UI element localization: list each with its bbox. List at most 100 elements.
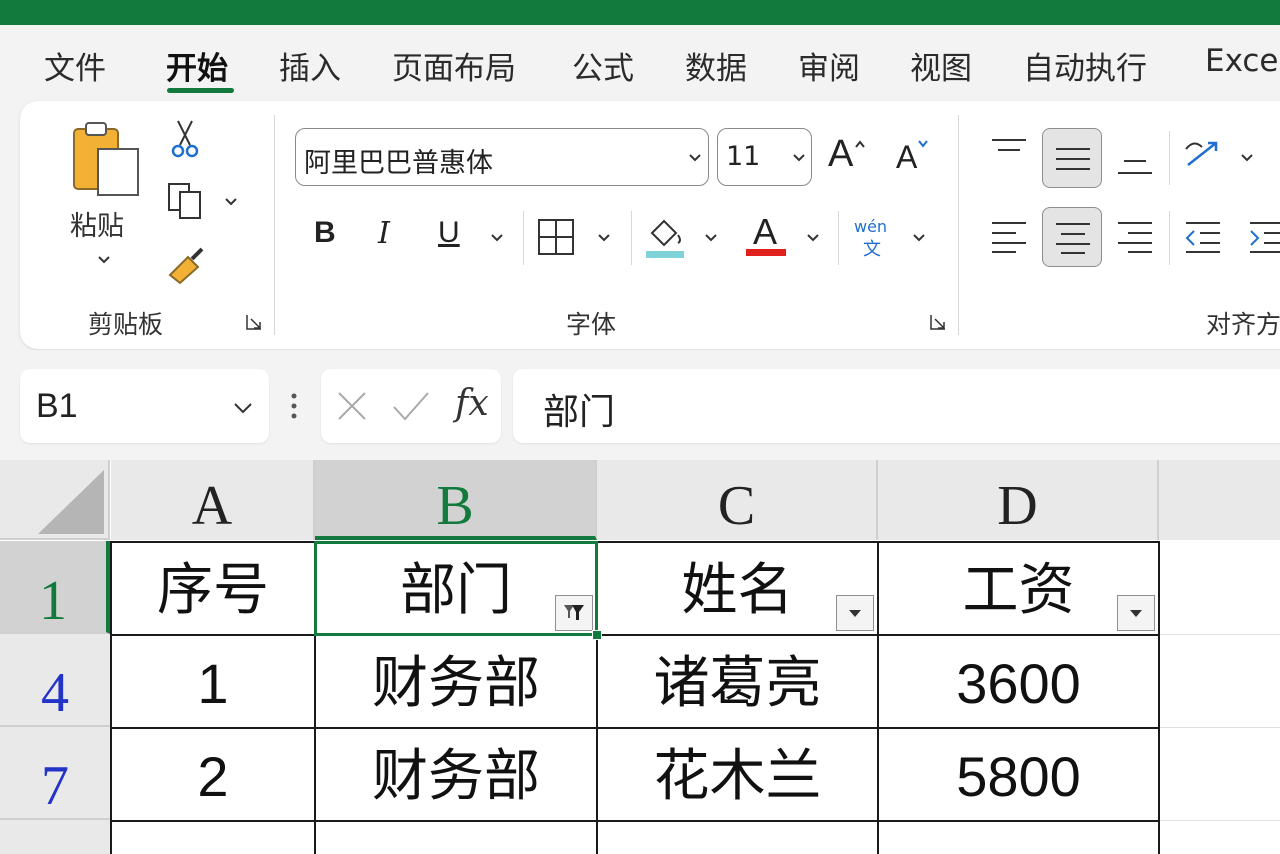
enter-icon[interactable] bbox=[391, 389, 431, 423]
paste-dropdown-icon[interactable] bbox=[97, 255, 111, 265]
clipboard-launcher-icon[interactable] bbox=[246, 314, 262, 330]
cell-c7[interactable]: 花木兰 bbox=[598, 729, 877, 820]
active-cell-selection bbox=[314, 541, 598, 636]
alignment-group-label: 对齐方 bbox=[1206, 310, 1280, 339]
select-all-corner[interactable] bbox=[0, 460, 110, 540]
name-box-dropdown-icon[interactable] bbox=[232, 401, 254, 415]
select-all-icon bbox=[38, 470, 104, 534]
tab-review[interactable]: 审阅 bbox=[798, 43, 860, 88]
borders-icon[interactable] bbox=[536, 217, 576, 257]
grow-font-button[interactable]: A bbox=[828, 133, 853, 176]
tab-formulas[interactable]: 公式 bbox=[572, 43, 634, 88]
worksheet-grid: A B C D 1 4 7 序号 部门 姓名 工资 1 财务部 诸葛亮 3600… bbox=[0, 460, 1280, 854]
top-align-icon[interactable] bbox=[990, 137, 1028, 163]
row-header-7[interactable]: 7 bbox=[0, 727, 110, 820]
increase-indent-icon[interactable] bbox=[1248, 219, 1280, 255]
row-header-1[interactable]: 1 bbox=[0, 541, 110, 634]
formula-bar-resize-handle[interactable] bbox=[290, 392, 298, 422]
name-box-value: B1 bbox=[36, 387, 78, 425]
borders-dropdown-icon[interactable] bbox=[597, 233, 611, 243]
gridline bbox=[1159, 727, 1280, 728]
formula-input[interactable]: 部门 bbox=[513, 369, 1280, 443]
filter-dropdown-icon bbox=[1130, 610, 1142, 617]
orientation-dropdown-icon[interactable] bbox=[1240, 153, 1254, 163]
column-header-d[interactable]: D bbox=[878, 460, 1159, 540]
clipboard-group-label: 剪贴板 bbox=[88, 310, 164, 339]
bold-button[interactable]: B bbox=[314, 216, 336, 250]
italic-button[interactable]: I bbox=[378, 216, 390, 251]
ribbon-home: 粘贴 剪贴板 阿里巴巴普惠体 11 A A B I U A wén 文 字体 对… bbox=[20, 101, 1280, 349]
phonetic-guide-top[interactable]: wén bbox=[854, 217, 887, 236]
copy-icon[interactable] bbox=[166, 181, 206, 221]
font-group-label: 字体 bbox=[566, 310, 617, 339]
underline-button[interactable]: U bbox=[438, 216, 460, 250]
format-painter-icon[interactable] bbox=[166, 245, 208, 285]
group-separator bbox=[958, 115, 959, 335]
font-launcher-icon[interactable] bbox=[930, 314, 946, 330]
paste-label[interactable]: 粘贴 bbox=[70, 204, 124, 243]
filter-button-d[interactable] bbox=[1117, 595, 1155, 631]
underline-dropdown-icon[interactable] bbox=[490, 233, 504, 243]
cell-d4[interactable]: 3600 bbox=[879, 636, 1158, 727]
font-size-combobox[interactable]: 11 bbox=[717, 128, 812, 186]
tab-automate[interactable]: 自动执行 bbox=[1023, 43, 1147, 88]
cell-b7[interactable]: 财务部 bbox=[316, 729, 596, 820]
tab-home[interactable]: 开始 bbox=[166, 43, 228, 88]
decrease-indent-icon[interactable] bbox=[1184, 219, 1222, 255]
fill-color-dropdown-icon[interactable] bbox=[704, 233, 718, 243]
cell-b4[interactable]: 财务部 bbox=[316, 636, 596, 727]
formula-bar-row: B1 fx 部门 bbox=[0, 350, 1280, 460]
insert-function-button[interactable]: fx bbox=[455, 383, 489, 424]
font-size-dropdown-icon[interactable] bbox=[792, 153, 806, 163]
bottom-align-icon[interactable] bbox=[1116, 147, 1154, 177]
cell-a1[interactable]: 序号 bbox=[112, 543, 314, 634]
font-separator bbox=[523, 211, 524, 265]
row-header-4[interactable]: 4 bbox=[0, 634, 110, 727]
tab-view[interactable]: 视图 bbox=[910, 43, 972, 88]
middle-align-button[interactable] bbox=[1042, 128, 1102, 188]
tab-data[interactable]: 数据 bbox=[685, 43, 747, 88]
name-box[interactable]: B1 bbox=[20, 369, 269, 443]
paste-icon[interactable] bbox=[68, 119, 144, 199]
tab-insert[interactable]: 插入 bbox=[279, 43, 341, 88]
middle-align-icon bbox=[1056, 148, 1090, 170]
cell-d7[interactable]: 5800 bbox=[879, 729, 1158, 820]
cell-a4[interactable]: 1 bbox=[112, 636, 314, 727]
group-separator bbox=[274, 115, 275, 335]
fill-color-icon[interactable] bbox=[644, 213, 686, 259]
formula-buttons: fx bbox=[321, 369, 501, 443]
tab-file[interactable]: 文件 bbox=[44, 43, 106, 88]
grow-font-caret-icon bbox=[855, 140, 865, 148]
row-header-next[interactable] bbox=[0, 820, 110, 854]
font-separator bbox=[838, 211, 839, 265]
font-name-combobox[interactable]: 阿里巴巴普惠体 bbox=[295, 128, 709, 186]
column-header-a[interactable]: A bbox=[111, 460, 315, 540]
font-color-button[interactable]: A bbox=[753, 211, 777, 253]
align-right-icon[interactable] bbox=[1116, 219, 1154, 255]
align-center-button[interactable] bbox=[1042, 207, 1102, 267]
cell-c4[interactable]: 诸葛亮 bbox=[598, 636, 877, 727]
phonetic-guide-bottom[interactable]: 文 bbox=[863, 235, 881, 261]
font-color-dropdown-icon[interactable] bbox=[806, 233, 820, 243]
align-separator bbox=[1169, 131, 1170, 185]
font-name-dropdown-icon[interactable] bbox=[688, 153, 702, 163]
table-border bbox=[1158, 541, 1160, 854]
tab-page-layout[interactable]: 页面布局 bbox=[392, 43, 516, 88]
fill-handle[interactable] bbox=[592, 630, 602, 640]
cancel-icon[interactable] bbox=[335, 389, 369, 423]
filter-button-c[interactable] bbox=[836, 595, 874, 631]
filter-dropdown-icon bbox=[849, 610, 861, 617]
font-separator bbox=[631, 211, 632, 265]
cell-a7[interactable]: 2 bbox=[112, 729, 314, 820]
shrink-font-button[interactable]: A bbox=[896, 139, 917, 176]
tab-excel-labs[interactable]: Exce bbox=[1205, 43, 1279, 79]
column-header-b[interactable]: B bbox=[315, 460, 597, 540]
phonetic-dropdown-icon[interactable] bbox=[912, 233, 926, 243]
copy-dropdown-icon[interactable] bbox=[224, 197, 238, 207]
cut-icon[interactable] bbox=[170, 119, 200, 159]
active-tab-indicator bbox=[167, 88, 234, 93]
column-header-e[interactable] bbox=[1159, 460, 1280, 540]
orientation-icon[interactable] bbox=[1182, 135, 1224, 177]
column-header-c[interactable]: C bbox=[597, 460, 878, 540]
align-left-icon[interactable] bbox=[990, 219, 1028, 255]
